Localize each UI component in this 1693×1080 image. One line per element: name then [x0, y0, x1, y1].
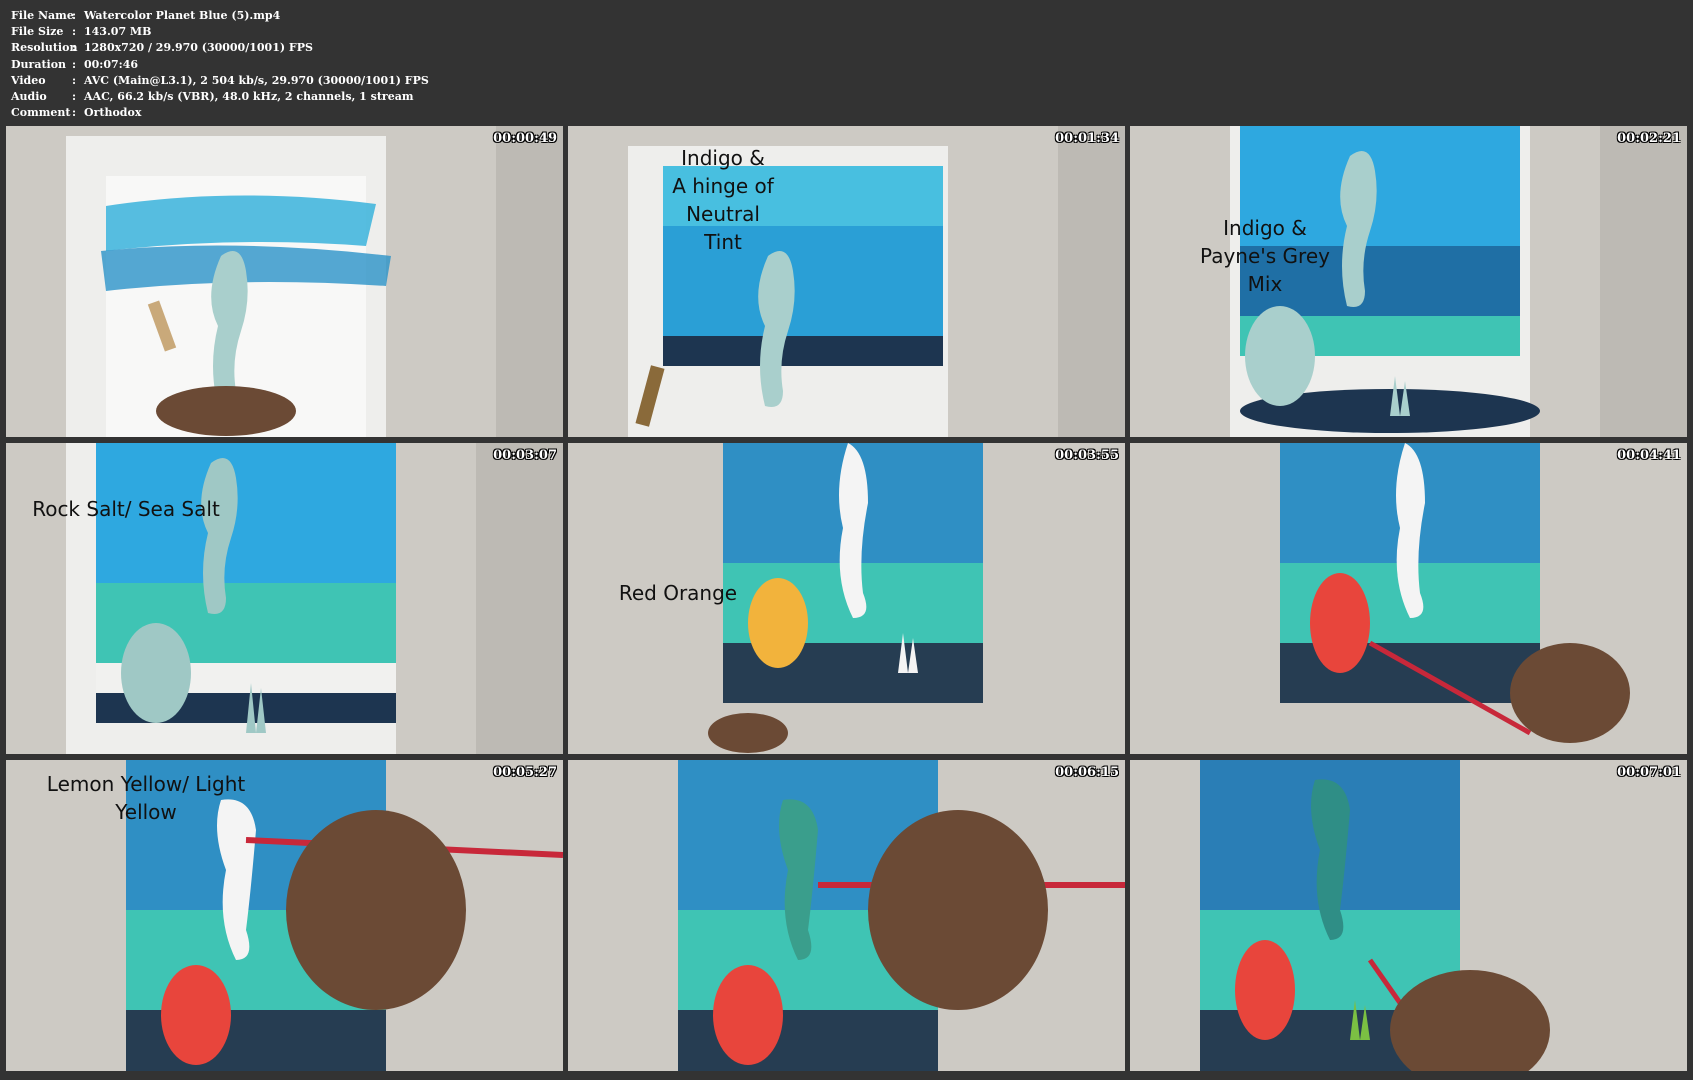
- info-separator: :: [72, 25, 77, 39]
- thumbnail-5[interactable]: Red Orange 00:03:55: [568, 443, 1125, 754]
- info-separator: :: [72, 106, 77, 120]
- timestamp: 00:03:55: [1055, 448, 1119, 463]
- info-row-file-size: File Size:143.07 MB: [11, 24, 429, 40]
- info-row-duration: Duration:00:07:46: [11, 57, 429, 73]
- info-key: Video: [11, 73, 46, 87]
- info-value: Orthodox: [84, 106, 142, 120]
- info-key: Duration: [11, 57, 67, 71]
- color-caption: Red Orange: [618, 581, 738, 605]
- timestamp: 00:01:34: [1055, 131, 1119, 146]
- color-caption: Rock Salt/ Sea Salt: [32, 497, 220, 521]
- timestamp: 00:03:07: [493, 448, 557, 463]
- timestamp: 00:06:15: [1055, 765, 1119, 780]
- painting-frame: [6, 443, 563, 754]
- info-key: Comment: [11, 106, 71, 120]
- thumbnail-8[interactable]: 00:06:15: [568, 760, 1125, 1071]
- thumbnail-1[interactable]: 00:00:49: [6, 126, 563, 437]
- thumbnail-7[interactable]: Lemon Yellow/ Light Yellow 00:05:27: [6, 760, 563, 1071]
- painting-frame: [1130, 760, 1687, 1071]
- info-value: 1280x720 / 29.970 (30000/1001) FPS: [84, 41, 313, 55]
- timestamp: 00:04:41: [1617, 448, 1681, 463]
- painting-frame: [6, 126, 563, 437]
- timestamp: 00:00:49: [493, 131, 557, 146]
- info-separator: :: [72, 57, 77, 71]
- thumbnail-4[interactable]: Rock Salt/ Sea Salt 00:03:07: [6, 443, 563, 754]
- info-key: File Name: [11, 9, 74, 22]
- info-value: AVC (Main@L3.1), 2 504 kb/s, 29.970 (300…: [84, 73, 429, 87]
- thumbnail-2[interactable]: Indigo & A hinge of Neutral Tint 00:01:3…: [568, 126, 1125, 437]
- info-key: Resolution: [11, 41, 78, 55]
- painting-frame: [568, 126, 1125, 437]
- info-row-file-name: File Name: Watercolor Planet Blue (5).mp4: [11, 8, 429, 24]
- color-caption: Lemon Yellow/ Light Yellow: [46, 772, 246, 824]
- info-row-resolution: Resolution:1280x720 / 29.970 (30000/1001…: [11, 40, 429, 56]
- info-row-audio: Audio: AAC, 66.2 kb/s (VBR), 48.0 kHz, 2 …: [11, 89, 429, 105]
- color-caption: Indigo & A hinge of Neutral Tint: [672, 146, 774, 254]
- info-key: Audio: [11, 90, 47, 104]
- media-info-panel: File Name: Watercolor Planet Blue (5).mp4…: [11, 8, 429, 121]
- info-value: Watercolor Planet Blue (5).mp4: [84, 9, 281, 22]
- info-key: File Size: [11, 25, 64, 39]
- info-row-video: Video: AVC (Main@L3.1), 2 504 kb/s, 29.97…: [11, 73, 429, 89]
- painting-frame: [1130, 443, 1687, 754]
- info-row-comment: Comment: Orthodox: [11, 105, 429, 121]
- painting-frame: [568, 760, 1125, 1071]
- thumbnail-6[interactable]: 00:04:41: [1130, 443, 1687, 754]
- timestamp: 00:05:27: [493, 765, 557, 780]
- thumbnail-9[interactable]: 00:07:01: [1130, 760, 1687, 1071]
- info-separator: :: [72, 73, 77, 87]
- thumbnail-3[interactable]: Indigo & Payne's Grey Mix 00:02:21: [1130, 126, 1687, 437]
- info-value: 00:07:46: [84, 57, 139, 71]
- color-caption: Indigo & Payne's Grey Mix: [1200, 216, 1330, 296]
- timestamp: 00:07:01: [1617, 765, 1681, 780]
- info-separator: :: [72, 90, 77, 104]
- info-separator: :: [72, 9, 77, 22]
- info-value: AAC, 66.2 kb/s (VBR), 48.0 kHz, 2 channe…: [84, 90, 414, 104]
- info-separator: :: [72, 41, 77, 55]
- timestamp: 00:02:21: [1617, 131, 1681, 146]
- info-value: 143.07 MB: [84, 25, 152, 39]
